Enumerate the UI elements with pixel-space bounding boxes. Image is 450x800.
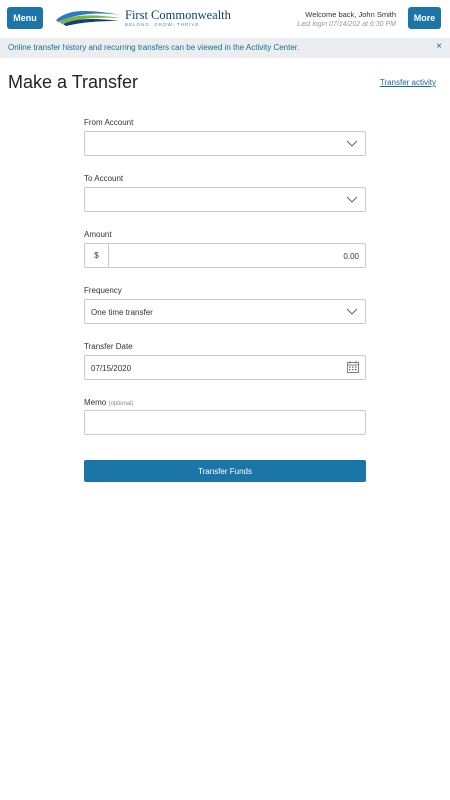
amount-value: 0.00 (343, 252, 359, 261)
currency-symbol: $ (85, 244, 109, 267)
app-header: Menu First Commonwealth BELONG. GROW. TH… (0, 0, 450, 37)
banner-text: Online transfer history and recurring tr… (8, 43, 300, 52)
to-account-select[interactable] (84, 187, 366, 212)
menu-button[interactable]: Menu (7, 7, 43, 29)
frequency-select[interactable]: One time transfer (84, 299, 366, 324)
transfer-date-value: 07/15/2020 (91, 364, 132, 373)
transfer-date-field[interactable]: 07/15/2020 (84, 355, 366, 380)
memo-optional-text: (optional) (108, 401, 134, 407)
chevron-down-icon (346, 140, 358, 147)
from-account-label: From Account (84, 118, 134, 127)
memo-label: Memo (optional) (84, 398, 133, 407)
frequency-label: Frequency (84, 286, 122, 295)
last-login-text: Last login 07/14/202 at 6:30 PM (297, 21, 396, 28)
logo-tagline: BELONG. GROW. THRIVE. (125, 22, 202, 27)
transfer-date-label: Transfer Date (84, 342, 133, 351)
more-button[interactable]: More (408, 7, 441, 29)
chevron-down-icon (346, 308, 358, 315)
calendar-icon[interactable] (347, 361, 359, 373)
close-icon[interactable]: × (436, 41, 442, 52)
transfer-funds-button[interactable]: Transfer Funds (84, 460, 366, 482)
amount-label: Amount (84, 230, 112, 239)
info-banner: Online transfer history and recurring tr… (0, 38, 450, 58)
memo-label-text: Memo (84, 398, 107, 407)
memo-field[interactable] (84, 410, 366, 435)
amount-field[interactable]: $ 0.00 (84, 243, 366, 268)
logo: First Commonwealth BELONG. GROW. THRIVE. (55, 8, 235, 30)
welcome-block: Welcome back, John Smith Last login 07/1… (297, 10, 396, 28)
logo-wave-icon (56, 10, 122, 26)
transfer-activity-link[interactable]: Transfer activity (380, 78, 436, 87)
to-account-label: To Account (84, 174, 124, 183)
page-title: Make a Transfer (8, 72, 139, 92)
welcome-text: Welcome back, John Smith (305, 10, 396, 19)
logo-name: First Commonwealth (125, 8, 231, 22)
from-account-select[interactable] (84, 131, 366, 156)
chevron-down-icon (346, 196, 358, 203)
frequency-value: One time transfer (91, 308, 153, 317)
